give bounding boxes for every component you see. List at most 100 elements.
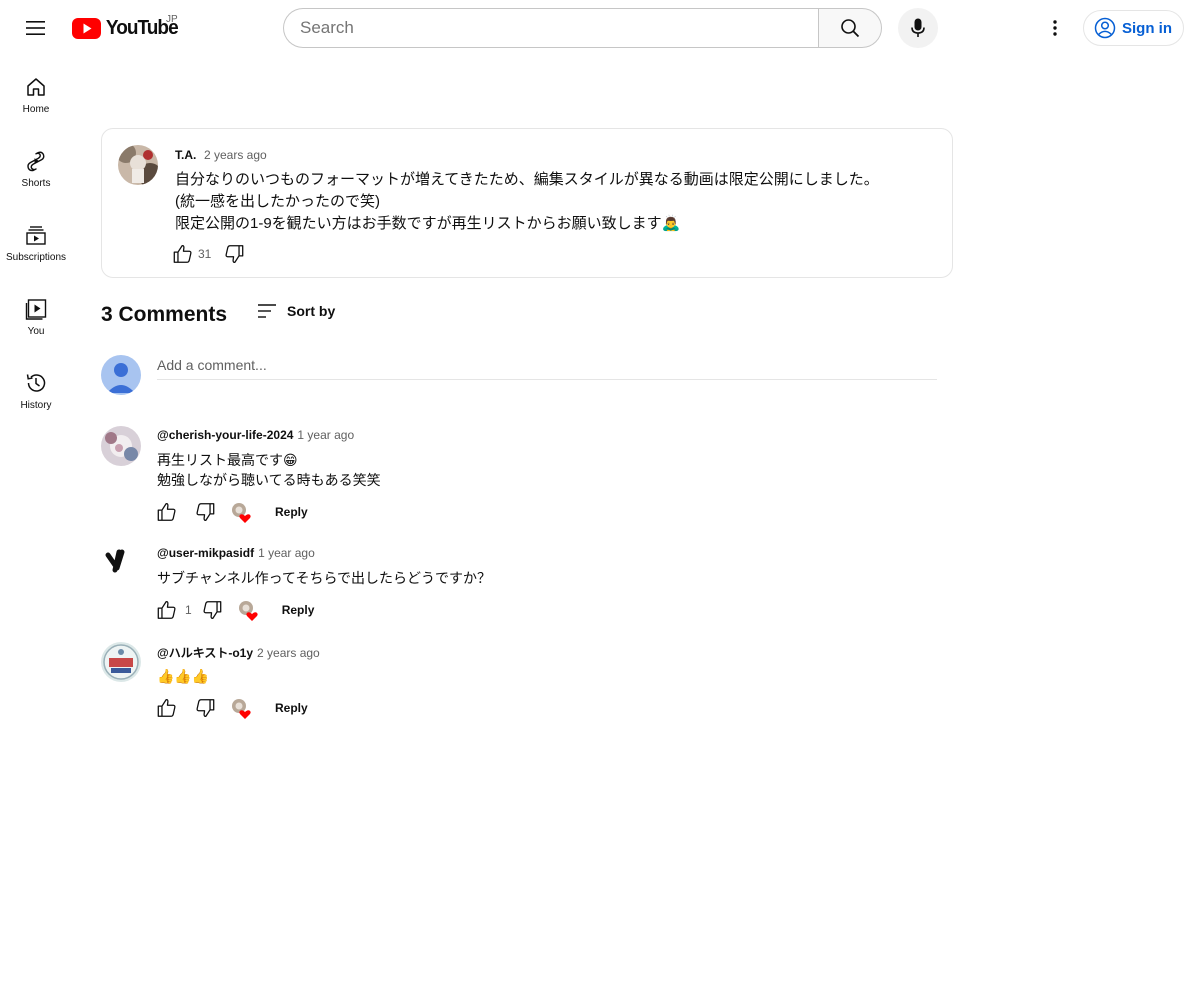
comment-timestamp[interactable]: 1 year ago: [297, 428, 354, 442]
comment-content: 👍👍👍: [157, 666, 209, 686]
post-like-count: 31: [198, 247, 212, 261]
creator-heart-icon: [232, 503, 251, 523]
comment-like-button[interactable]: [155, 598, 179, 622]
post-author-avatar[interactable]: [118, 145, 158, 185]
comment-author[interactable]: @ハルキスト-o1y: [157, 646, 253, 660]
comments-count-heading: 3 Comments: [101, 303, 228, 326]
comment-thread: @cherish-your-life-2024 1 year ago 再生リスト最…: [101, 426, 941, 526]
search-input[interactable]: [300, 18, 819, 38]
reply-button[interactable]: Reply: [282, 603, 315, 617]
comment-text-line: 再生リスト最高です😁: [157, 452, 298, 468]
comment-header: @user-mikpasidf 1 year ago: [157, 546, 315, 560]
microphone-icon: [911, 18, 925, 37]
thumbs-down-icon: [203, 601, 222, 619]
community-post: T.A. 2 years ago 自分なりのいつものフォーマットが増えてきたため…: [101, 128, 953, 278]
hamburger-menu-icon: [26, 21, 45, 35]
creator-heart-icon: [232, 699, 251, 719]
shorts-icon: [27, 151, 45, 172]
thumbs-down-icon: [196, 503, 215, 521]
reply-button[interactable]: Reply: [275, 505, 308, 519]
sort-by-label: Sort by: [287, 303, 336, 319]
you-icon: [25, 299, 47, 320]
comment-action-bar: 1 Reply: [155, 598, 314, 622]
sidebar-item-label: You: [27, 326, 45, 337]
post-action-bar: 31: [172, 242, 245, 266]
thumbs-down-icon: [196, 699, 215, 717]
comment-text-line: 勉強しながら聴いてる時もある笑笑: [157, 472, 381, 488]
default-avatar-icon: [101, 355, 141, 395]
sidebar-item-label: Shorts: [21, 178, 51, 189]
author-avatar-image: [118, 145, 158, 185]
comment-header: @ハルキスト-o1y 2 years ago: [157, 644, 320, 661]
home-icon: [27, 78, 45, 96]
comment-action-bar: Reply: [155, 696, 308, 720]
sidebar-item-shorts[interactable]: Shorts: [0, 134, 72, 208]
add-comment-input[interactable]: Add a comment...: [157, 355, 937, 380]
comment-dislike-button[interactable]: [193, 500, 217, 524]
commenter-avatar[interactable]: [101, 544, 141, 584]
sidebar-item-label: History: [20, 400, 52, 411]
account-circle-icon: [1094, 17, 1116, 39]
creator-heart-badge: [231, 698, 251, 719]
settings-more-button[interactable]: [1035, 8, 1075, 48]
guide-menu-button[interactable]: [16, 8, 56, 48]
sign-in-label: Sign in: [1122, 19, 1172, 37]
comment-text-line: サブチャンネル作ってそちらで出したらどうですか？: [157, 570, 492, 586]
sign-in-button[interactable]: Sign in: [1083, 10, 1184, 46]
comment-content: 再生リスト最高です😁 勉強しながら聴いてる時もある笑笑: [157, 450, 381, 490]
sidebar-item-you[interactable]: You: [0, 282, 72, 356]
sidebar-item-history[interactable]: History: [0, 356, 72, 430]
thumbs-up-icon: [157, 601, 176, 619]
youtube-play-logo-icon: [72, 18, 101, 39]
thumbs-up-icon: [157, 503, 176, 521]
sort-by-button[interactable]: Sort by: [257, 303, 335, 319]
thumbs-down-icon[interactable]: [223, 243, 245, 265]
commenter-avatar-image: [101, 544, 141, 584]
comment-like-button[interactable]: [155, 500, 179, 524]
search-box[interactable]: [283, 8, 819, 48]
commenter-avatar[interactable]: [101, 426, 141, 466]
sidebar-item-label: Home: [22, 104, 50, 115]
sort-icon: [258, 304, 276, 318]
post-text-line: (統一感を出したかったので笑): [175, 193, 380, 210]
history-icon: [26, 374, 46, 392]
search-icon: [841, 19, 860, 38]
comment-dislike-button[interactable]: [200, 598, 224, 622]
sidebar-item-subscriptions[interactable]: Subscriptions: [0, 208, 72, 282]
comment-thread: @ハルキスト-o1y 2 years ago 👍👍👍 Reply: [101, 642, 941, 722]
creator-heart-badge: [231, 502, 251, 523]
thumbs-up-icon[interactable]: [172, 243, 194, 265]
comment-author[interactable]: @user-mikpasidf: [157, 546, 254, 560]
creator-heart-icon: [238, 601, 258, 621]
search-button[interactable]: [818, 8, 882, 48]
post-text-line: 限定公開の1-9を観たい方はお手数ですが再生リストからお願い致します🙇‍♂️: [175, 215, 681, 232]
sidebar-item-label: Subscriptions: [5, 252, 67, 263]
comment-header: @cherish-your-life-2024 1 year ago: [157, 428, 354, 442]
country-code: JP: [166, 14, 178, 25]
comment-action-bar: Reply: [155, 500, 308, 524]
comment-dislike-button[interactable]: [193, 696, 217, 720]
voice-search-button[interactable]: [898, 8, 938, 48]
mini-guide: Home Shorts Subscriptions You History: [0, 60, 72, 430]
comment-timestamp[interactable]: 2 years ago: [257, 646, 320, 660]
comment-text-line: 👍👍👍: [157, 668, 210, 684]
post-author-name[interactable]: T.A.: [175, 148, 196, 162]
sidebar-item-home[interactable]: Home: [0, 60, 72, 134]
comment-content: サブチャンネル作ってそちらで出したらどうですか？: [157, 568, 491, 588]
post-content: 自分なりのいつものフォーマットが増えてきたため、編集スタイルが異なる動画は限定公…: [175, 169, 935, 235]
comment-timestamp[interactable]: 1 year ago: [258, 546, 315, 560]
post-timestamp[interactable]: 2 years ago: [204, 148, 267, 162]
youtube-logo[interactable]: YouTube: [72, 17, 180, 40]
thumbs-up-icon: [157, 699, 176, 717]
comment-like-count: 1: [185, 603, 192, 617]
more-vert-icon: [1053, 20, 1057, 36]
comment-like-button[interactable]: [155, 696, 179, 720]
post-text-line: 自分なりのいつものフォーマットが増えてきたため、編集スタイルが異なる動画は限定公…: [175, 171, 879, 188]
comment-author[interactable]: @cherish-your-life-2024: [157, 428, 293, 442]
subscriptions-icon: [26, 226, 46, 245]
commenter-avatar[interactable]: [101, 642, 141, 682]
comment-thread: @user-mikpasidf 1 year ago サブチャンネル作ってそちらで…: [101, 544, 941, 624]
reply-button[interactable]: Reply: [275, 701, 308, 715]
commenter-avatar-image: [101, 642, 141, 682]
current-user-avatar: [101, 355, 141, 395]
